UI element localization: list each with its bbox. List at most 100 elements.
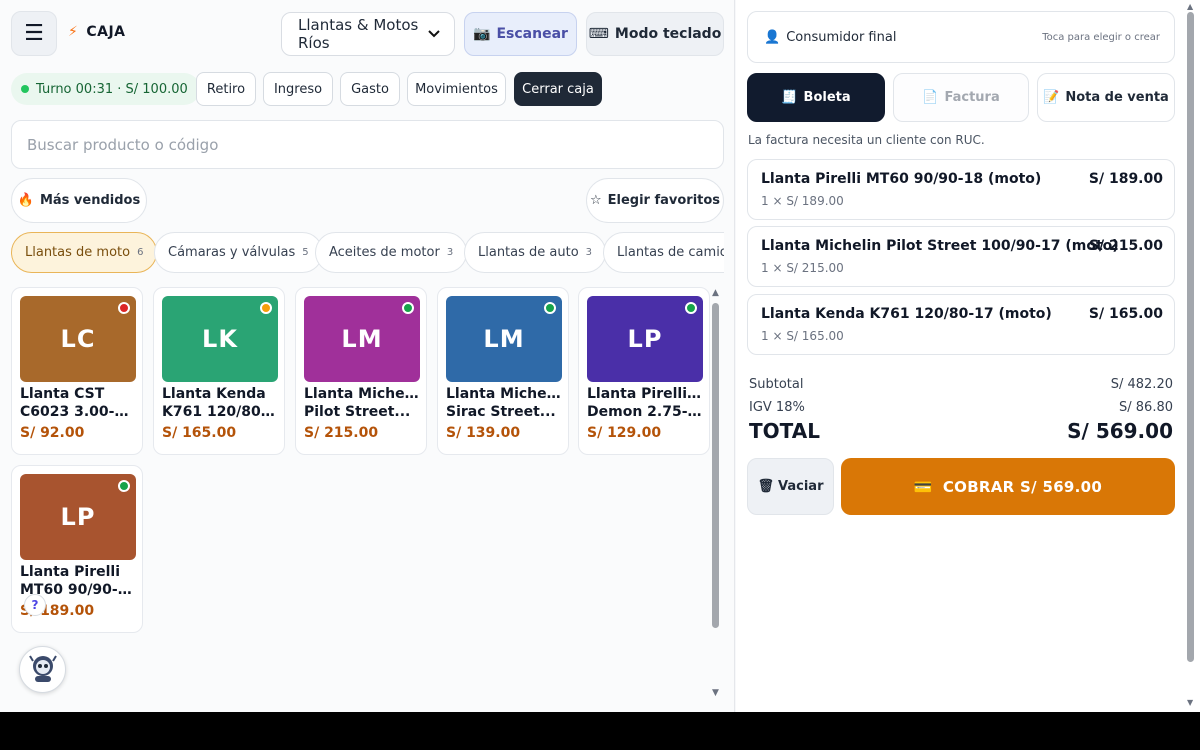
card-icon: 💳 — [913, 477, 933, 496]
clear-cart-button[interactable]: 🗑 Vaciar — [747, 458, 834, 515]
favorites-label: Elegir favoritos — [607, 193, 721, 208]
category-label: Llantas de auto — [478, 245, 579, 260]
keyboard-icon: ⌨ — [588, 26, 609, 42]
charge-label: COBRAR S/ 569.00 — [942, 477, 1103, 496]
assistant-button[interactable] — [19, 646, 66, 693]
cart-line-name: Llanta Pirelli MT60 90/90-18 (moto) — [761, 171, 1042, 187]
product-name-line: Demon 2.75-18... — [587, 404, 705, 420]
trash-icon: 🗑 — [757, 479, 775, 494]
product-name-line: C6023 3.00-17... — [20, 404, 138, 420]
cart-line[interactable]: Llanta Pirelli MT60 90/90-18 (moto) 1 × … — [747, 159, 1175, 220]
product-name-line: K761 120/80-1... — [162, 404, 280, 420]
status-dot — [21, 85, 29, 93]
product-name: Llanta Michelin Sirac Street... — [446, 385, 564, 421]
chevron-down-icon — [428, 27, 440, 41]
category-label: Llantas de moto — [25, 245, 131, 260]
product-price: S/ 92.00 — [20, 425, 85, 441]
subtotal-row: Subtotal S/ 482.20 — [749, 377, 1173, 392]
robot-assistant-icon — [26, 651, 60, 689]
product-name-line: Llanta Michelin — [446, 386, 564, 402]
user-icon: 👤 — [764, 29, 781, 45]
product-price: S/ 139.00 — [446, 425, 521, 441]
note-icon: 📝 — [1043, 90, 1060, 105]
product-thumbnail: LP — [20, 474, 136, 560]
sale-panel-scrollbar[interactable] — [1187, 12, 1194, 662]
star-icon: ☆ — [589, 193, 602, 208]
close-register-button[interactable]: Cerrar caja — [514, 72, 602, 106]
cart-line-qty: 1 × S/ 165.00 — [761, 329, 844, 343]
stock-indicator — [685, 302, 697, 314]
sale-panel: 👤 Consumidor final Toca para elegir o cr… — [736, 0, 1200, 712]
help-button[interactable]: ? — [24, 594, 46, 616]
product-price: S/ 129.00 — [587, 425, 662, 441]
igv-label: IGV 18% — [749, 400, 805, 415]
scan-button[interactable]: 📷 Escanear — [464, 12, 577, 56]
category-tab[interactable]: Llantas de auto 3 — [464, 232, 607, 273]
scroll-up-arrow-icon[interactable]: ▲ — [1187, 2, 1193, 11]
product-grid-scrollbar[interactable] — [712, 303, 719, 628]
product-initials: LM — [483, 325, 525, 353]
stock-indicator — [260, 302, 272, 314]
doc-type-label: Boleta — [803, 90, 851, 105]
stock-indicator — [544, 302, 556, 314]
search-input[interactable] — [27, 135, 708, 154]
product-thumbnail: LM — [446, 296, 562, 382]
withdrawal-button[interactable]: Retiro — [196, 72, 256, 106]
category-tab[interactable]: Llantas de camion — [603, 232, 724, 273]
doc-type-boleta[interactable]: 🧾 Boleta — [747, 73, 885, 122]
product-card[interactable]: LK Llanta Kenda K761 120/80-1... S/ 165.… — [153, 287, 285, 455]
customer-hint: Toca para elegir o crear — [1042, 31, 1160, 43]
product-name: Llanta CST C6023 3.00-17... — [20, 385, 138, 421]
charge-button[interactable]: 💳 COBRAR S/ 569.00 — [841, 458, 1175, 515]
cart-line[interactable]: Llanta Michelin Pilot Street 100/90-17 (… — [747, 226, 1175, 287]
product-card[interactable]: LM Llanta Michelin Sirac Street... S/ 13… — [437, 287, 569, 455]
igv-row: IGV 18% S/ 86.80 — [749, 400, 1173, 415]
stock-indicator — [402, 302, 414, 314]
product-card[interactable]: LP Llanta Pirelli City Demon 2.75-18... … — [578, 287, 710, 455]
best-sellers-button[interactable]: 🔥 Más vendidos — [11, 178, 147, 223]
category-tab[interactable]: Llantas de moto 6 — [11, 232, 158, 273]
product-name: Llanta Pirelli City Demon 2.75-18... — [587, 385, 705, 421]
choose-favorites-button[interactable]: ☆ Elegir favoritos — [586, 178, 724, 223]
customer-selector[interactable]: 👤 Consumidor final Toca para elegir o cr… — [747, 11, 1175, 63]
bolt-icon: ⚡ — [68, 24, 79, 40]
product-card[interactable]: LM Llanta Michelin Pilot Street... S/ 21… — [295, 287, 427, 455]
keyboard-mode-button[interactable]: ⌨ Modo teclado — [586, 12, 724, 56]
scroll-down-arrow-icon[interactable]: ▼ — [712, 688, 719, 698]
category-count: 3 — [446, 247, 454, 258]
movements-button[interactable]: Movimientos — [407, 72, 506, 106]
product-name-line: Pilot Street... — [304, 404, 411, 420]
doc-type-factura[interactable]: 📄 Factura — [893, 73, 1029, 122]
catalog-panel: ☰ ⚡ CAJA Llantas & Motos Ríos 📷 Escanear… — [0, 0, 735, 712]
expense-button[interactable]: Gasto — [340, 72, 400, 106]
category-tab[interactable]: Aceites de motor 3 — [315, 232, 468, 273]
doc-type-nota-de-venta[interactable]: 📝 Nota de venta — [1037, 73, 1175, 122]
cart-line[interactable]: Llanta Kenda K761 120/80-17 (moto) 1 × S… — [747, 294, 1175, 355]
scroll-down-arrow-icon[interactable]: ▼ — [1187, 698, 1193, 707]
scroll-up-arrow-icon[interactable]: ▲ — [712, 288, 719, 298]
store-select[interactable]: Llantas & Motos Ríos — [281, 12, 455, 56]
stock-indicator — [118, 302, 130, 314]
store-select-value: Llantas & Motos Ríos — [298, 16, 419, 52]
subtotal-value: S/ 482.20 — [1110, 377, 1173, 392]
cart-line-qty: 1 × S/ 215.00 — [761, 261, 844, 275]
menu-button[interactable]: ☰ — [11, 11, 57, 56]
total-value: S/ 569.00 — [1067, 419, 1173, 443]
camera-icon: 📷 — [473, 26, 491, 42]
subtotal-label: Subtotal — [749, 377, 804, 392]
product-initials: LP — [627, 325, 663, 353]
total-row: TOTAL S/ 569.00 — [749, 419, 1173, 443]
total-label: TOTAL — [749, 419, 820, 443]
brand-label: CAJA — [86, 24, 126, 40]
cart-line-name: Llanta Michelin Pilot Street 100/90-17 (… — [761, 238, 1119, 254]
receipt-icon: 🧾 — [781, 90, 798, 105]
shift-status-text: Turno 00:31 · S/ 100.00 — [36, 81, 188, 97]
keyboard-label: Modo teclado — [614, 26, 722, 42]
category-tab[interactable]: Cámaras y válvulas 5 — [154, 232, 323, 273]
product-name-line: Llanta Michelin — [304, 386, 422, 402]
category-label: Aceites de motor — [329, 245, 440, 260]
best-sellers-label: Más vendidos — [39, 193, 141, 208]
product-price: S/ 215.00 — [304, 425, 379, 441]
product-card[interactable]: LC Llanta CST C6023 3.00-17... S/ 92.00 — [11, 287, 143, 455]
income-button[interactable]: Ingreso — [263, 72, 333, 106]
